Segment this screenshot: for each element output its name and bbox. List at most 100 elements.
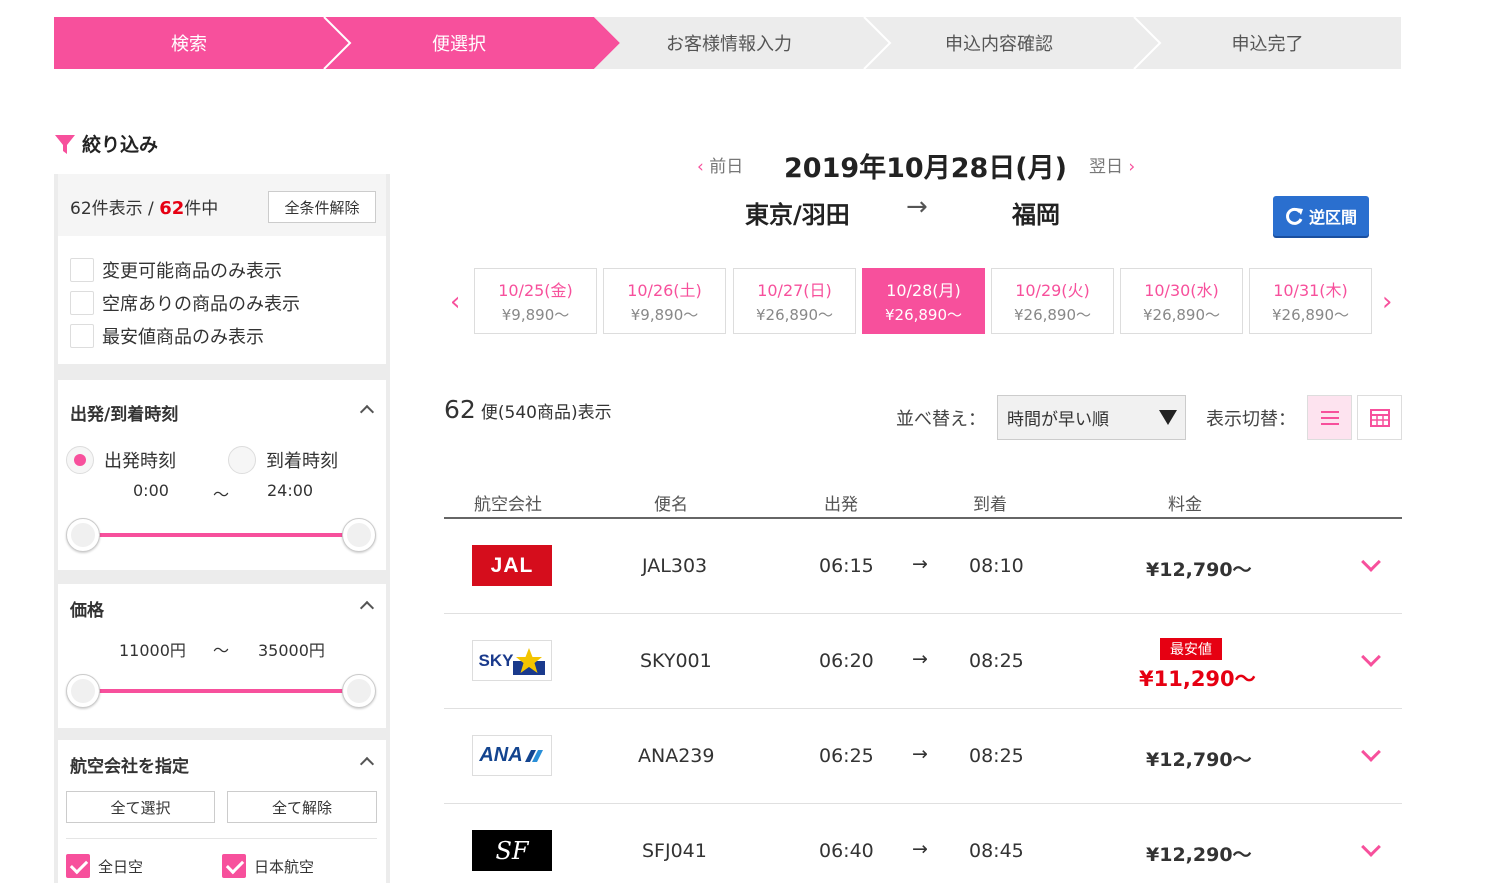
count-shown: 62件表示 [70, 199, 143, 219]
departure-time: 06:15 [819, 555, 874, 577]
current-date-title: 2019年10月28日(月) [784, 153, 1067, 184]
date-tab[interactable]: 10/27(日) ¥26,890～ [733, 268, 856, 334]
price-max-handle[interactable] [342, 674, 376, 708]
date-tab-price: ¥9,890～ [501, 306, 570, 324]
collapse-chevron-icon[interactable] [359, 600, 375, 616]
flight-result-count: 62 便(540商品)表示 [444, 395, 612, 424]
ana-stripes-icon [524, 749, 543, 762]
chevron-down-icon[interactable] [1361, 742, 1381, 762]
chevron-down-icon[interactable] [1361, 647, 1381, 667]
starflyer-logo-text: SF [495, 836, 529, 865]
flight-row[interactable]: SKY SKY001 06:20 → 08:25 最安値 ¥11,290～ [444, 614, 1402, 709]
flight-number: SKY001 [640, 650, 712, 672]
check-available-seats[interactable]: 空席ありの商品のみ表示 [70, 290, 300, 316]
check-jal[interactable]: 日本航空 [222, 854, 314, 878]
chevron-down-icon[interactable] [1361, 837, 1381, 857]
date-tab-date: 10/25(金) [498, 281, 573, 300]
check-ana[interactable]: 全日空 [66, 854, 143, 878]
price-filter-panel: 価格 11000円 ～ 35000円 [58, 584, 386, 728]
radio-button[interactable] [66, 446, 94, 474]
checkbox[interactable] [70, 291, 94, 315]
range-tilde: ～ [213, 485, 230, 504]
time-min-value: 0:00 [133, 481, 169, 500]
col-airline: 航空会社 [474, 495, 542, 515]
check-changeable[interactable]: 変更可能商品のみ表示 [70, 257, 282, 283]
clear-all-conditions-button[interactable]: 全条件解除 [268, 191, 376, 223]
ana-logo-text: ANA [479, 744, 523, 766]
check-cheapest-only[interactable]: 最安値商品のみ表示 [70, 323, 264, 349]
date-tab-price: ¥26,890～ [1013, 306, 1092, 324]
time-min-handle[interactable] [66, 518, 100, 552]
date-tab[interactable]: 10/26(土) ¥9,890～ [603, 268, 726, 334]
date-tab[interactable]: 10/31(木) ¥26,890～ [1249, 268, 1372, 334]
date-tab-date: 10/29(火) [1015, 281, 1090, 300]
date-tab[interactable]: 10/30(水) ¥26,890～ [1120, 268, 1243, 334]
route-arrow-icon: → [906, 192, 928, 222]
flight-row[interactable]: JAL JAL303 06:15 → 08:10 ¥12,790～ [444, 519, 1402, 614]
check-label: 日本航空 [254, 857, 315, 876]
checkbox[interactable] [222, 854, 246, 878]
grid-view-button[interactable] [1357, 395, 1402, 440]
check-label: 最安値商品のみ表示 [102, 327, 264, 348]
sort-select[interactable]: 時間が早い順 [997, 395, 1186, 440]
count-total-suffix: 件中 [184, 199, 219, 219]
departure-time: 06:25 [819, 745, 874, 767]
date-tab-selected[interactable]: 10/28(月) ¥26,890～ [862, 268, 985, 334]
date-tabs-next-arrow[interactable]: › [1382, 287, 1392, 317]
date-tab[interactable]: 10/29(火) ¥26,890～ [991, 268, 1114, 334]
arrival-time: 08:25 [969, 650, 1024, 672]
range-tilde: ～ [213, 641, 230, 660]
step-flight-select: 便選択 [432, 34, 486, 55]
checkbox[interactable] [70, 324, 94, 348]
radio-button[interactable] [228, 446, 256, 474]
date-tab-price: ¥26,890～ [1142, 306, 1221, 324]
time-max-handle[interactable] [342, 518, 376, 552]
check-label: 全日空 [98, 857, 144, 876]
list-view-button[interactable] [1307, 395, 1352, 440]
time-filter-panel: 出発/到着時刻 出発時刻 到着時刻 0:00 ～ 24:00 [58, 380, 386, 570]
checkbox[interactable] [70, 258, 94, 282]
chevron-left-icon: ‹ [697, 157, 704, 177]
dropdown-triangle-icon [1159, 410, 1177, 425]
arrival-time: 08:45 [969, 840, 1024, 862]
step-search: 検索 [171, 34, 207, 55]
price-max-value: 35000円 [258, 641, 325, 660]
date-tab-price: ¥26,890～ [1271, 306, 1350, 324]
count-total: 62 [159, 198, 185, 219]
count-panel: 62件表示 / 62件中 全条件解除 [58, 174, 386, 236]
sort-label: 並べ替え： [896, 409, 986, 430]
date-tab[interactable]: 10/25(金) ¥9,890～ [474, 268, 597, 334]
count-separator: / [142, 199, 160, 219]
checkbox[interactable] [66, 854, 90, 878]
price-min-handle[interactable] [66, 674, 100, 708]
next-day-label: 翌日 [1089, 157, 1123, 177]
radio-arrive-time[interactable]: 到着時刻 [228, 446, 338, 474]
prev-day-link[interactable]: ‹ 前日 [697, 152, 743, 177]
reverse-route-button[interactable]: 逆区間 [1273, 196, 1369, 236]
check-label: 変更可能商品のみ表示 [102, 261, 282, 282]
list-icon [1320, 410, 1339, 425]
reverse-route-label: 逆区間 [1308, 208, 1357, 227]
collapse-chevron-icon[interactable] [359, 756, 375, 772]
radio-label: 到着時刻 [266, 451, 338, 472]
check-label: 空席ありの商品のみ表示 [102, 294, 300, 315]
star-icon [513, 647, 546, 675]
fare-price: ¥12,790～ [1146, 749, 1252, 771]
starflyer-logo: SF [472, 830, 552, 871]
chevron-down-icon[interactable] [1361, 552, 1381, 572]
date-tabs-prev-arrow[interactable]: ‹ [450, 287, 460, 317]
clear-all-airlines-button[interactable]: 全て解除 [227, 791, 377, 823]
fare-price: ¥12,790～ [1146, 559, 1252, 581]
departure-time: 06:20 [819, 650, 874, 672]
chevron-right-icon: › [1128, 157, 1136, 177]
radio-depart-time[interactable]: 出発時刻 [66, 446, 176, 474]
collapse-chevron-icon[interactable] [359, 404, 375, 420]
flight-row[interactable]: SF SFJ041 06:40 → 08:45 ¥12,290～ [444, 804, 1402, 883]
date-tab-date: 10/31(木) [1273, 281, 1348, 300]
select-all-airlines-button[interactable]: 全て選択 [66, 791, 215, 823]
flight-row[interactable]: ANA ANA239 06:25 → 08:25 ¥12,790～ [444, 709, 1402, 804]
flight-number: JAL303 [642, 555, 708, 577]
next-day-link[interactable]: 翌日 › [1089, 152, 1135, 177]
skymark-logo-text: SKY [478, 650, 514, 670]
col-price: 料金 [1168, 495, 1202, 515]
